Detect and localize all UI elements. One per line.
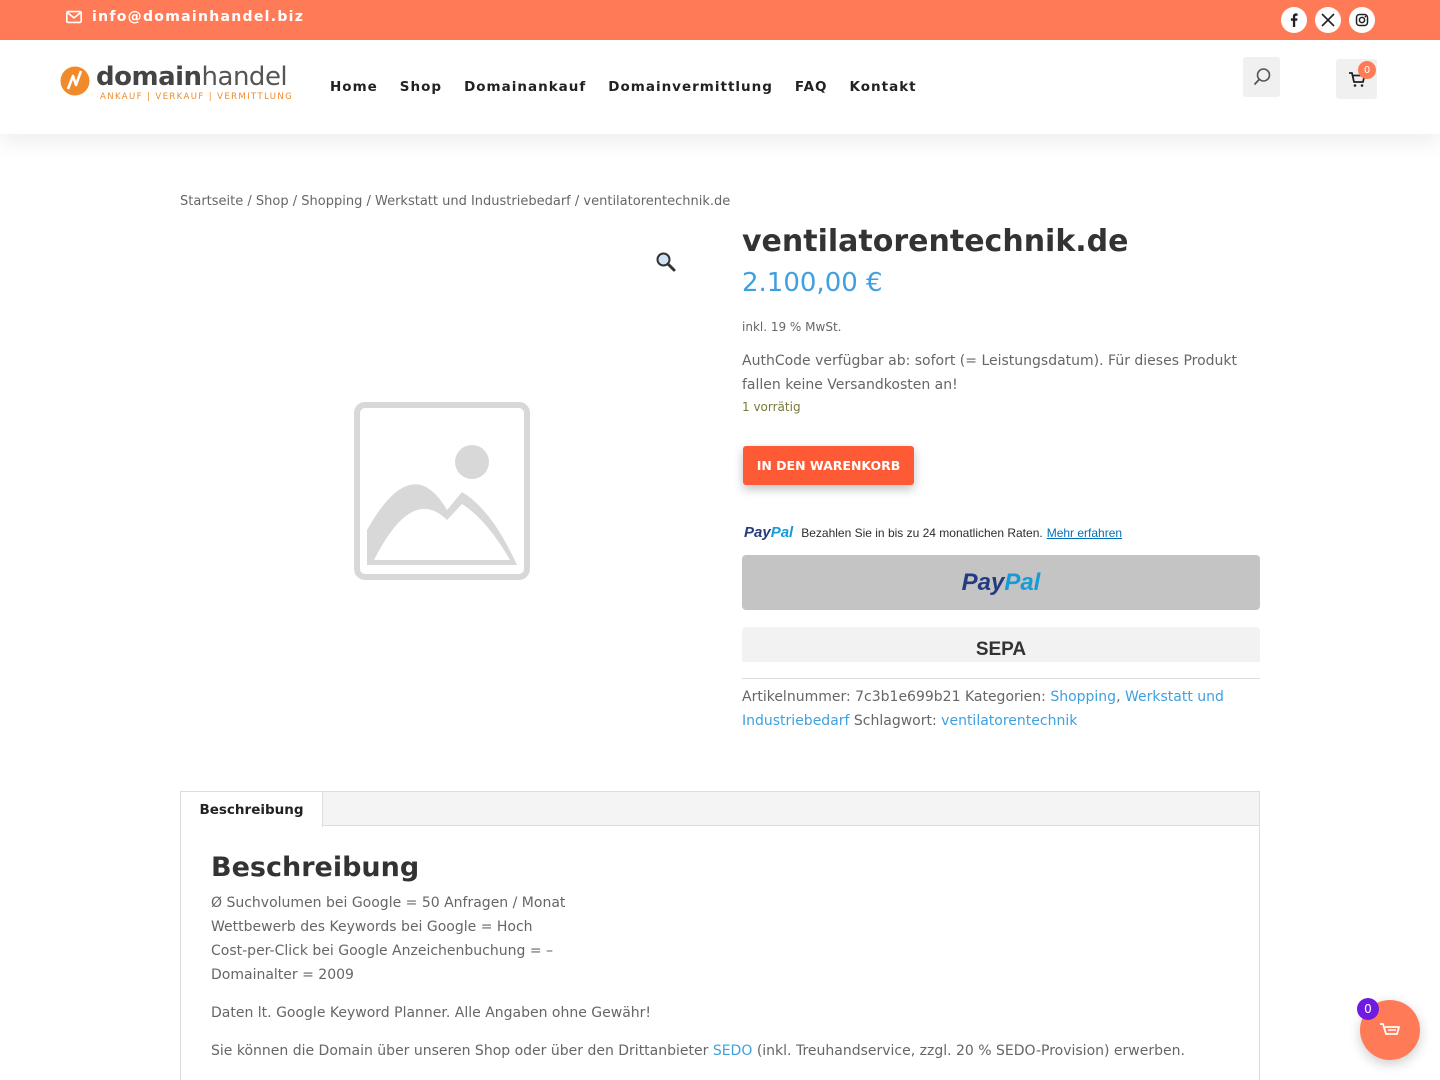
tax-note: inkl. 19 % MwSt. xyxy=(742,320,842,334)
product-price: 2.100,00 € xyxy=(742,268,883,298)
logo-word-light: handel xyxy=(201,62,288,92)
site-logo[interactable]: domainhandel ANKAUF | VERKAUF | VERMITTL… xyxy=(60,64,293,102)
tab-beschreibung[interactable]: Beschreibung xyxy=(181,792,323,827)
sedo-note-after: (inkl. Treuhandservice, zzgl. 20 % SEDO-… xyxy=(752,1043,1185,1059)
category-link-shopping[interactable]: Shopping xyxy=(1050,689,1116,705)
meta-divider xyxy=(742,678,1260,679)
paypal-checkout-button[interactable]: Pay Pal xyxy=(742,555,1260,610)
authcode-note: AuthCode verfügbar ab: sofort (= Leistun… xyxy=(742,353,1238,393)
contact-email: info@domainhandel.biz xyxy=(92,9,305,25)
paypal-button-pay: Pay xyxy=(961,568,1005,596)
logo-tagline: ANKAUF | VERKAUF | VERMITTLUNG xyxy=(100,92,294,102)
paypal-button-pal: Pal xyxy=(1004,568,1041,596)
facebook-icon xyxy=(1290,13,1298,27)
nav-item-kontakt[interactable]: Kontakt xyxy=(850,79,917,95)
x-link[interactable] xyxy=(1315,7,1341,33)
x-icon xyxy=(1321,13,1335,27)
sepa-checkout-button[interactable]: SEPA xyxy=(742,627,1260,662)
instagram-link[interactable] xyxy=(1349,7,1375,33)
breadcrumb-separator: / xyxy=(288,194,302,209)
sedo-note: Sie können die Domain über unseren Shop … xyxy=(211,1039,1185,1063)
floating-cart-count: 0 xyxy=(1357,998,1379,1020)
breadcrumb-shopping[interactable]: Shopping xyxy=(301,194,362,209)
basket-icon xyxy=(1380,1023,1400,1035)
planner-note: Daten lt. Google Keyword Planner. Alle A… xyxy=(211,1005,652,1021)
nav-item-domainvermittlung[interactable]: Domainvermittlung xyxy=(608,79,773,95)
paypal-logo-pay: Pay xyxy=(744,524,771,541)
sku-label: Artikelnummer: xyxy=(742,689,851,705)
nav-item-home[interactable]: Home xyxy=(330,79,378,95)
contact-email-link[interactable]: info@domainhandel.biz xyxy=(65,8,304,26)
paypal-logo: PayPal xyxy=(744,524,793,541)
description-heading: Beschreibung xyxy=(211,852,420,883)
stat-line: Domainalter = 2009 xyxy=(211,967,354,983)
tag-link[interactable]: ventilatorentechnik xyxy=(941,713,1077,729)
breadcrumb: Startseite / Shop / Shopping / Werkstatt… xyxy=(180,194,730,209)
site-header: domainhandel ANKAUF | VERKAUF | VERMITTL… xyxy=(0,40,1440,134)
product-tabs: Beschreibung Beschreibung Ø Suchvolumen … xyxy=(180,791,1260,1080)
nav-item-faq[interactable]: FAQ xyxy=(795,79,828,95)
paypal-logo-pal: Pal xyxy=(770,524,794,541)
main-nav: Home Shop Domainankauf Domainvermittlung… xyxy=(330,79,939,95)
description-stats: Ø Suchvolumen bei Google = 50 Anfragen /… xyxy=(211,891,565,987)
paypal-installment-message: PayPal Bezahlen Sie in bis zu 24 monatli… xyxy=(742,524,1122,541)
paypal-message-text: Bezahlen Sie in bis zu 24 monatlichen Ra… xyxy=(801,525,1043,540)
categories-label: Kategorien: xyxy=(964,689,1046,705)
sedo-link[interactable]: SEDO xyxy=(713,1043,753,1059)
product-meta: Artikelnummer: 7c3b1e699b21 Kategorien: … xyxy=(742,689,1224,729)
sedo-note-before: Sie können die Domain über unseren Shop … xyxy=(211,1043,713,1059)
logo-wordmark: domainhandel xyxy=(96,64,293,90)
stat-line: Ø Suchvolumen bei Google = 50 Anfragen /… xyxy=(211,895,566,911)
logo-mark-icon xyxy=(60,66,90,96)
breadcrumb-separator: / xyxy=(362,194,375,209)
instagram-icon xyxy=(1355,13,1369,27)
sepa-label: SEPA xyxy=(975,639,1027,660)
breadcrumb-current: ventilatorentechnik.de xyxy=(583,194,731,209)
tag-label: Schlagwort: xyxy=(853,713,937,729)
search-icon xyxy=(1253,68,1270,86)
magnifier-icon xyxy=(656,252,676,272)
breadcrumb-startseite[interactable]: Startseite xyxy=(180,194,243,209)
stock-status: 1 vorrätig xyxy=(742,400,801,414)
product-title: ventilatorentechnik.de xyxy=(742,224,1129,259)
breadcrumb-separator: / xyxy=(570,194,584,209)
header-cart-button[interactable]: 0 xyxy=(1336,59,1377,99)
gallery-zoom-button[interactable] xyxy=(654,250,678,274)
tab-bar xyxy=(181,792,1259,826)
breadcrumb-werkstatt[interactable]: Werkstatt und Industriebedarf xyxy=(375,194,571,209)
nav-item-domainankauf[interactable]: Domainankauf xyxy=(464,79,586,95)
logo-text: domainhandel ANKAUF | VERKAUF | VERMITTL… xyxy=(96,64,293,102)
logo-word-bold: domain xyxy=(96,62,202,92)
search-button[interactable] xyxy=(1243,57,1280,97)
facebook-link[interactable] xyxy=(1281,7,1307,33)
top-bar: info@domainhandel.biz xyxy=(0,0,1440,40)
nav-item-shop[interactable]: Shop xyxy=(400,79,442,95)
sku-value: 7c3b1e699b21 xyxy=(855,689,961,705)
stat-line: Cost-per-Click bei Google Anzeichenbuchu… xyxy=(211,943,554,959)
breadcrumb-separator: / xyxy=(243,194,256,209)
cart-count-badge: 0 xyxy=(1358,61,1376,79)
paypal-learn-more-link[interactable]: Mehr erfahren xyxy=(1047,526,1122,540)
stat-line: Wettbewerb des Keywords bei Google = Hoc… xyxy=(211,919,533,935)
breadcrumb-shop[interactable]: Shop xyxy=(256,194,289,209)
image-placeholder-icon xyxy=(354,402,530,580)
add-to-cart-button[interactable]: IN DEN WARENKORB xyxy=(743,446,914,485)
envelope-icon xyxy=(65,10,83,24)
